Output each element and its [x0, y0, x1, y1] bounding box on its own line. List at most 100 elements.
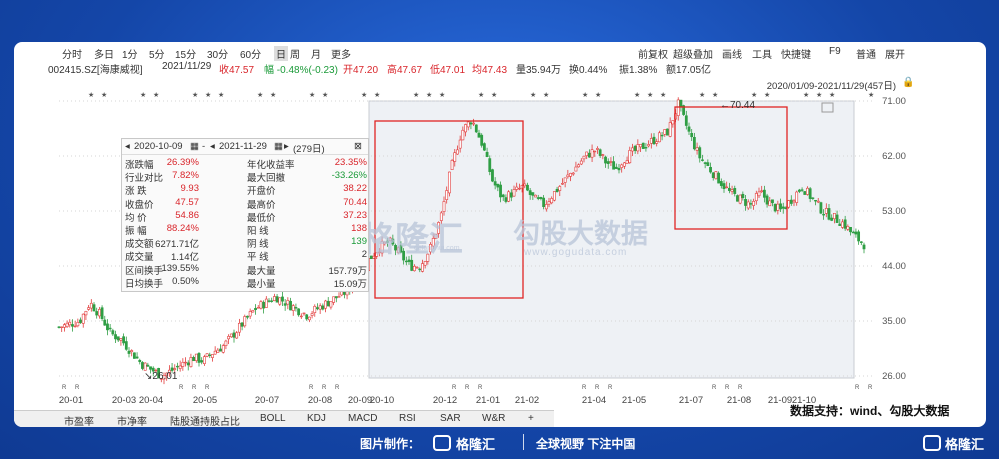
event-marker: R	[205, 385, 210, 391]
indicator-tab-2[interactable]: 陆股通持股占比	[170, 413, 240, 427]
calendar-icon[interactable]: ▦	[190, 141, 199, 152]
candle-body	[272, 296, 276, 301]
event-marker: ★	[426, 91, 432, 99]
indicator-tab-5[interactable]: MACD	[348, 413, 377, 424]
candle-body	[781, 206, 785, 209]
x-tick-label: 20-10	[370, 395, 394, 406]
calendar-icon[interactable]: ▦	[274, 141, 283, 152]
candle-body	[138, 359, 142, 363]
candle-body	[657, 132, 661, 143]
candle-body	[536, 197, 540, 199]
arrow-left-icon[interactable]: ◂	[125, 141, 130, 152]
indicator-tab-9[interactable]: +	[528, 413, 534, 424]
event-marker: ★	[413, 91, 419, 99]
event-marker: ★	[660, 91, 666, 99]
indicator-tab-3[interactable]: BOLL	[260, 413, 286, 424]
candle-body	[197, 353, 201, 363]
candle-body	[130, 350, 134, 353]
candle-body	[625, 160, 629, 164]
close-icon[interactable]: ⊠	[354, 141, 362, 152]
stats-l1: 区间换手	[125, 265, 164, 277]
arrow-right-icon[interactable]: ▸	[284, 141, 289, 152]
candle-body	[60, 326, 64, 328]
candle-body	[649, 138, 653, 144]
candle-body	[604, 156, 607, 164]
candle-body	[835, 214, 839, 223]
candle-body	[555, 188, 559, 193]
candle-body	[647, 144, 651, 147]
candle-body	[106, 323, 109, 331]
candle-body	[819, 202, 823, 214]
candle-body	[552, 191, 556, 201]
event-marker: ★	[153, 91, 159, 99]
stats-l1: 振 幅	[125, 226, 147, 237]
candle-body	[590, 149, 594, 158]
candle-body	[485, 151, 489, 157]
candle-body	[200, 360, 204, 363]
x-tick-label: 21-07	[679, 395, 703, 406]
candle-body	[841, 221, 844, 228]
candle-body	[447, 171, 451, 194]
candle-body	[730, 189, 734, 192]
candle-body	[663, 129, 667, 135]
stats-l2: 阴 线	[247, 239, 269, 251]
indicator-tab-4[interactable]: KDJ	[307, 413, 326, 424]
candle-body	[472, 122, 476, 125]
y-tick-label: 62.00	[882, 151, 906, 162]
event-marker: ★	[192, 91, 198, 99]
stats-l1: 均 价	[125, 212, 147, 224]
start-date[interactable]: 2020-10-09	[134, 141, 183, 152]
y-tick-label: 71.00	[882, 96, 906, 107]
candle-body	[281, 296, 284, 302]
stats-l1: 成交额	[125, 239, 154, 251]
candle-body	[822, 213, 826, 216]
gelonghui-logo-icon	[923, 435, 941, 451]
candle-body	[202, 356, 206, 364]
event-marker: ★	[205, 91, 211, 99]
event-marker: R	[335, 385, 340, 391]
candle-body	[289, 300, 292, 311]
candle-body	[789, 199, 793, 204]
candle-body	[744, 199, 747, 206]
candle-body	[267, 300, 271, 302]
event-marker: ★	[816, 91, 822, 99]
candle-body	[614, 166, 618, 169]
candle-body	[652, 136, 656, 145]
indicator-tab-6[interactable]: RSI	[399, 413, 416, 424]
indicator-tab-0[interactable]: 市盈率	[64, 413, 94, 427]
candle-body	[87, 307, 91, 310]
stats-row: 涨跌幅 26.39% 年化收益率 23.35%	[122, 157, 368, 171]
candle-body	[410, 259, 414, 271]
candle-body	[329, 301, 333, 308]
indicator-tab-1[interactable]: 市净率	[117, 413, 147, 427]
candle-body	[561, 183, 564, 185]
credit-label: 图片制作：	[360, 437, 421, 451]
candle-body	[706, 162, 710, 166]
candle-body	[587, 152, 591, 158]
candle-body	[687, 126, 691, 132]
stats-v2: 157.79万	[328, 265, 367, 277]
event-marker: ★	[270, 91, 276, 99]
end-date[interactable]: 2021-11-29	[219, 141, 267, 152]
event-marker: ★	[647, 91, 653, 99]
candle-body	[566, 174, 570, 178]
arrow-left-icon[interactable]: ◂	[210, 141, 215, 152]
event-marker: ★	[140, 91, 146, 99]
candle-body	[243, 316, 247, 327]
candle-body	[639, 144, 642, 148]
candle-body	[299, 315, 303, 318]
candle-body	[612, 161, 616, 170]
stats-l1: 日均换手	[125, 278, 164, 290]
candle-body	[806, 187, 809, 195]
candle-body	[208, 354, 212, 356]
stats-v2: 15.09万	[333, 278, 367, 290]
indicator-tab-8[interactable]: W&R	[482, 413, 505, 424]
candle-body	[116, 336, 120, 341]
candle-body	[719, 181, 723, 186]
event-marker: R	[179, 385, 184, 391]
watermark-brand2: 勾股大数据	[513, 219, 648, 249]
stats-header: ◂ 2020-10-09 ▦ - ◂ 2021-11-29 ▦ ▸ (279日)…	[122, 139, 368, 155]
indicator-tab-7[interactable]: SAR	[440, 413, 461, 424]
candle-body	[695, 147, 699, 151]
data-source: 数据支持：wind、勾股大数据	[790, 404, 950, 418]
